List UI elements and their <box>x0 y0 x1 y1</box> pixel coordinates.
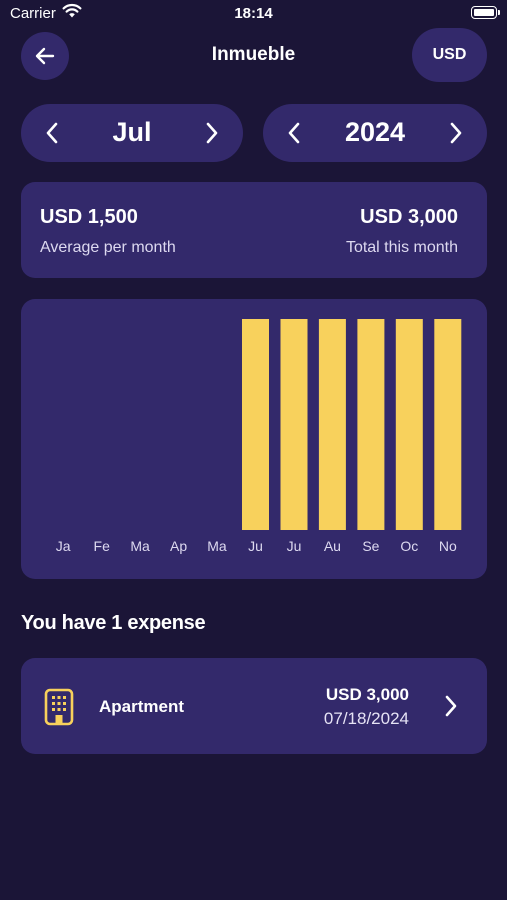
x-tick-label: Ju <box>287 538 302 554</box>
average-label: Average per month <box>40 239 176 256</box>
header: Inmueble USD <box>0 28 507 84</box>
next-year-button[interactable] <box>427 104 485 162</box>
total-amount: USD 3,000 <box>360 206 458 228</box>
x-tick-label: Au <box>324 538 341 554</box>
clock: 18:14 <box>234 5 273 22</box>
expense-name: Apartment <box>99 697 185 716</box>
x-tick-label: Ap <box>170 538 187 554</box>
bar-9 <box>395 319 423 530</box>
bar-5 <box>242 319 269 530</box>
bar-6 <box>280 319 308 530</box>
expense-amount: USD 3,000 <box>325 685 409 704</box>
expenses-heading: You have 1 expense <box>21 612 206 634</box>
x-tick-label: Ju <box>248 538 263 554</box>
bar-chart-svg: Ja Fe Ma Ap Ma Ju Ju Au Se Oc No <box>56 319 462 554</box>
monthly-bar-chart: Ja Fe Ma Ap Ma Ju Ju Au Se Oc No <box>21 299 487 579</box>
bar-10 <box>434 319 462 530</box>
battery-icon <box>471 6 500 19</box>
x-tick-label: Oc <box>400 538 418 554</box>
x-tick-label: Se <box>362 538 379 554</box>
summary-card: USD 1,500 Average per month USD 3,000 To… <box>21 182 487 278</box>
average-amount: USD 1,500 <box>40 206 138 228</box>
x-tick-label: Fe <box>94 538 111 554</box>
chevron-right-icon <box>206 122 218 144</box>
total-label: Total this month <box>345 239 458 256</box>
chevron-right-icon <box>443 694 459 723</box>
building-icon <box>43 688 75 731</box>
next-month-button[interactable] <box>183 104 241 162</box>
x-tick-label: Ma <box>207 538 227 554</box>
status-bar: Carrier 18:14 <box>0 0 507 28</box>
currency-button[interactable]: USD <box>412 28 487 82</box>
x-tick-label: No <box>439 538 457 554</box>
x-tick-label: Ma <box>130 538 150 554</box>
expense-date: 07/18/2024 <box>323 709 409 728</box>
bar-7 <box>318 319 346 530</box>
month-selector: Jul <box>21 104 243 162</box>
year-selector: 2024 <box>263 104 487 162</box>
chevron-right-icon <box>450 122 462 144</box>
expense-item[interactable]: Apartment USD 3,000 07/18/2024 <box>21 658 487 754</box>
bar-8 <box>357 319 385 530</box>
x-tick-label: Ja <box>56 538 71 554</box>
